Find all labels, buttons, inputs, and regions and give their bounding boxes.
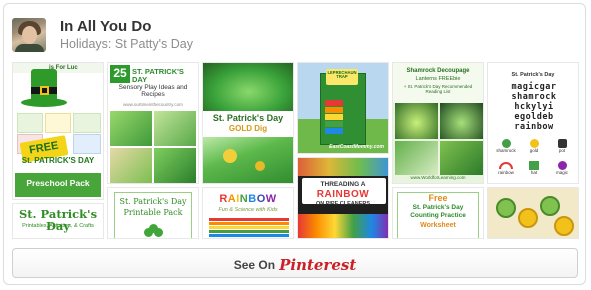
pin-url: EastCoastMommy.com [329, 144, 384, 150]
pin-url: www.WorldforLearning.com [410, 175, 466, 180]
pin-number: 25 [113, 66, 127, 80]
pin-free-label: Free [428, 193, 448, 203]
pin-title: ST. PATRICK'S DAY [132, 67, 184, 84]
pin-subtitle: Lanterns FREEbie [415, 76, 461, 82]
word-label: magic [555, 170, 568, 175]
see-on-pinterest-button[interactable]: See On Pinterest [12, 248, 578, 278]
avatar-shirt [15, 44, 44, 52]
pin-subtitle: GOLD Dig [228, 124, 268, 133]
sensory-photos [110, 111, 196, 183]
pin-gold-coins[interactable] [487, 187, 579, 239]
word-row: egoldeb [514, 112, 554, 122]
avatar-face [22, 26, 37, 44]
pin-column-1: is For Luc FREE St. PATRICK'S DAY Presch… [12, 62, 104, 239]
avatar[interactable] [12, 18, 46, 52]
pin-column-4: LEPRECHAUN TRAP EastCoastMommy.com THREA… [297, 62, 389, 239]
word-label: gold [529, 148, 539, 153]
pin-leprechaun-trap[interactable]: LEPRECHAUN TRAP EastCoastMommy.com [297, 62, 389, 154]
pinterest-board-widget: In All You Do Holidays: St Patty's Day i… [3, 3, 586, 285]
word-row: hckylyi [514, 102, 554, 112]
pin-column-6: St. Patrick's Day magicgar shamrock hcky… [487, 62, 579, 239]
pin-subtitle: Sensory Play Ideas and Recipes [118, 84, 188, 98]
board-owner-name[interactable]: In All You Do [60, 18, 151, 35]
pin-counting-worksheet[interactable]: Free St. Patrick's Day Counting Practice… [392, 187, 484, 239]
word-list: shamrock gold pot rainbow hat magic [492, 139, 576, 183]
word-row: magicgar [511, 82, 557, 92]
pin-title: St. Patrick's Day [119, 197, 187, 206]
pin-printables-activities[interactable]: St. Patrick's Day Printables, Activities… [12, 203, 104, 239]
pin-word-search[interactable]: St. Patrick's Day magicgar shamrock hcky… [487, 62, 579, 184]
pin-preschool-pack[interactable]: is For Luc FREE St. PATRICK'S DAY Presch… [12, 62, 104, 200]
pin-badge: LEPRECHAUN TRAP [327, 70, 357, 80]
see-on-pinterest-label: See On Pinterest [13, 256, 577, 274]
pipe-cleaner-rainbow [298, 214, 388, 238]
board-header[interactable]: In All You Do Holidays: St Patty's Day [12, 14, 572, 54]
shamrock-icon [144, 224, 164, 238]
pin-subtitle: Fun & Science with Kids [218, 207, 278, 213]
pin-subtitle: Printable Pack [123, 208, 183, 217]
lantern-photos [395, 103, 483, 175]
word-search-grid: magicgar shamrock hckylyi egoldeb rainbo… [494, 83, 574, 135]
pin-shamrock-decoupage[interactable]: Shamrock Decoupage Lanterns FREEbie + St… [392, 62, 484, 184]
pin-column-2: 25 ST. PATRICK'S DAY Sensory Play Ideas … [107, 62, 199, 239]
pin-subtitle: Printables, Activities, & Crafts [22, 223, 94, 229]
pin-gold-dig[interactable]: St. Patrick's Day GOLD Dig [202, 62, 294, 184]
word-label: pot [558, 148, 566, 153]
board-name[interactable]: Holidays: St Patty's Day [60, 37, 193, 51]
pin-line-1: THREADING A [320, 181, 366, 188]
pinterest-logo: Pinterest [279, 256, 357, 274]
word-row: rainbow [514, 122, 554, 132]
pin-subtitle: Counting Practice [410, 212, 466, 219]
pin-column-5: Shamrock Decoupage Lanterns FREEbie + St… [392, 62, 484, 239]
rainbow-stripes [203, 218, 293, 238]
word-label: hat [530, 170, 538, 175]
pin-grid: is For Luc FREE St. PATRICK'S DAY Presch… [12, 62, 579, 239]
pin-column-3: St. Patrick's Day GOLD Dig RAINBOW Fun &… [202, 62, 294, 239]
word-label: shamrock [496, 148, 516, 153]
pin-title: St. Patrick's Day [212, 113, 284, 123]
pin-title: St. Patrick's Day [412, 204, 464, 211]
word-label: rainbow [498, 170, 514, 175]
pin-url: www.ourtimeinthecountry.com [123, 102, 183, 107]
pin-threading-rainbow[interactable]: THREADING A RAINBOW ON PIPE CLEANERS [297, 157, 389, 239]
pin-printable-pack[interactable]: St. Patrick's Day Printable Pack [107, 187, 199, 239]
pin-title: RAINBOW [219, 193, 277, 205]
word-row: shamrock [511, 92, 557, 102]
pin-rainbow-science[interactable]: RAINBOW Fun & Science with Kids [202, 187, 294, 239]
leprechaun-hat-icon [21, 69, 67, 111]
pin-title: St. PATRICK'S DAY [21, 156, 95, 165]
pin-sensory-play[interactable]: 25 ST. PATRICK'S DAY Sensory Play Ideas … [107, 62, 199, 184]
pin-subtitle: Preschool Pack [26, 178, 90, 188]
pin-line-3: ON PIPE CLEANERS [315, 201, 371, 207]
pin-title: RAINBOW [316, 189, 370, 200]
pin-subtitle-2: + St. Patrick's Day Recommended Reading … [403, 84, 473, 94]
pin-title: Shamrock Decoupage [406, 68, 470, 74]
see-on-text: See On [233, 258, 276, 272]
pin-title: St. Patrick's Day [511, 72, 555, 78]
pin-subtitle-2: Worksheet [420, 222, 456, 229]
